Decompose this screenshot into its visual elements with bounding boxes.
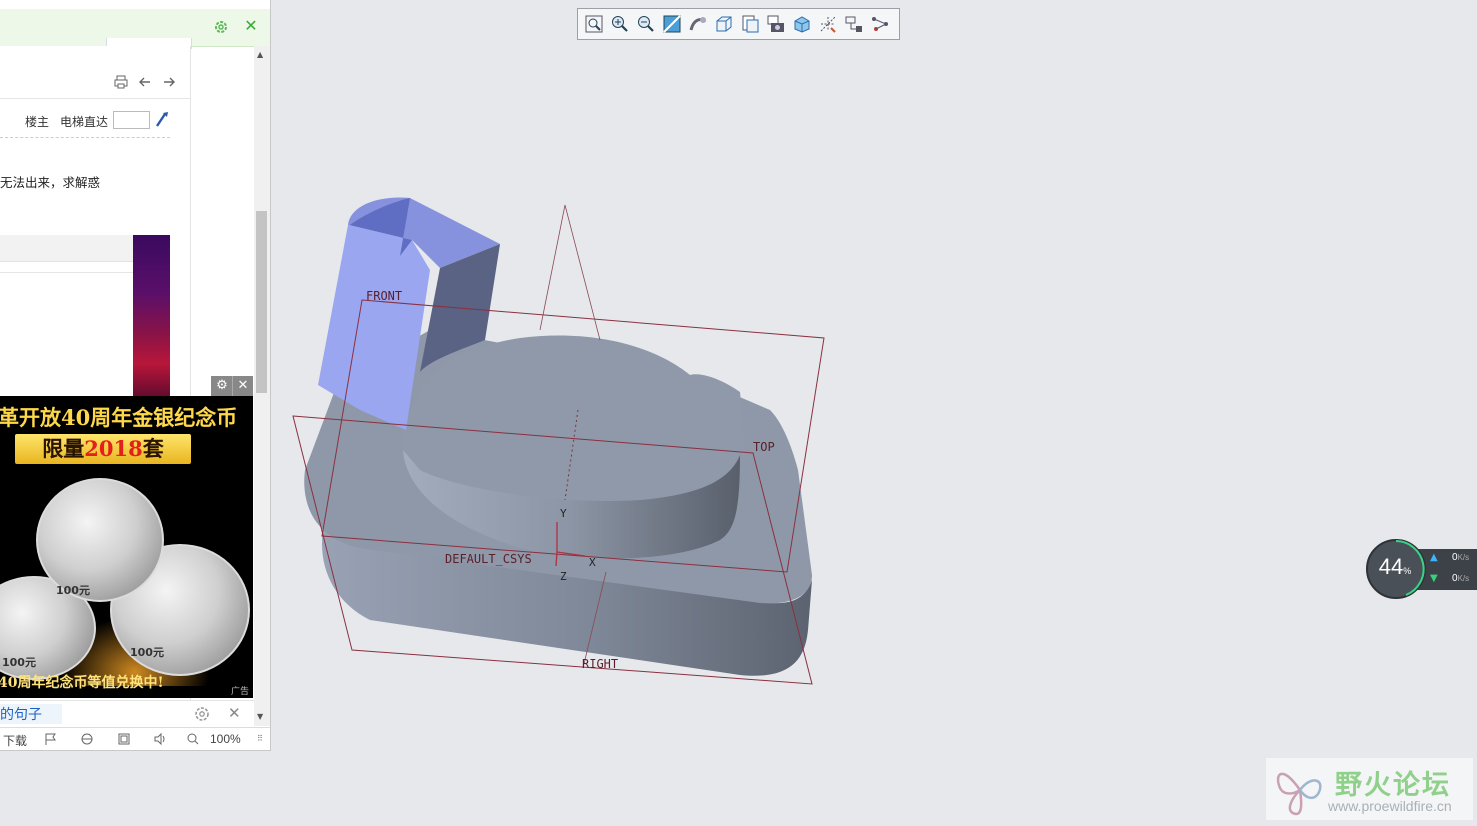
upload-arrow-icon: ▲ [1430, 552, 1438, 563]
download-speed: 0K/s [1452, 573, 1470, 584]
watermark-url: www.proewildfire.cn [1328, 798, 1452, 814]
axis-label-z: Z [560, 570, 567, 583]
datum-label-front[interactable]: FRONT [366, 289, 402, 303]
cpu-percent: 44% [1378, 554, 1412, 579]
watermark-name: 野火论坛 [1335, 770, 1451, 801]
model-viewport[interactable]: FRONT TOP RIGHT DEFAULT_CSYS Y X Z [0, 0, 1477, 826]
axis-label-x: X [589, 556, 596, 569]
datum-label-top[interactable]: TOP [753, 440, 775, 454]
download-arrow-icon: ▼ [1430, 573, 1438, 584]
boss-top-face[interactable] [403, 335, 745, 501]
butterfly-logo-icon [1276, 772, 1322, 816]
axis-label-y: Y [560, 507, 567, 520]
upload-speed: 0K/s [1452, 552, 1470, 563]
csys-label[interactable]: DEFAULT_CSYS [445, 552, 532, 566]
network-monitor[interactable]: 44% ▲ ▼ 0K/s 0K/s [1366, 539, 1477, 599]
watermark: 野火论坛 www.proewildfire.cn [1266, 758, 1473, 820]
datum-label-right[interactable]: RIGHT [582, 657, 618, 671]
